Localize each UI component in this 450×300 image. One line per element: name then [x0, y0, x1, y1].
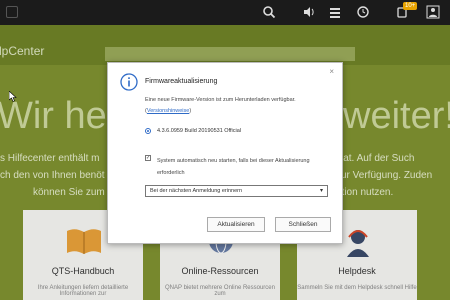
close-icon[interactable]: × [329, 67, 334, 76]
notification-badge: 10+ [403, 2, 418, 10]
dialog-title: Firmwareaktualisierung [145, 78, 218, 85]
message-text-end: ) [189, 108, 192, 114]
menu-toggle-icon[interactable] [6, 6, 18, 18]
release-notes-link[interactable]: Versionshinweise [147, 108, 190, 114]
close-button[interactable]: Schließen [275, 217, 331, 232]
mouse-cursor-icon [9, 91, 17, 102]
chevron-down-icon: ▾ [319, 188, 323, 194]
update-button[interactable]: Aktualisieren [207, 217, 265, 232]
schedule-select-value: Bei der nächsten Anmeldung erinnern [150, 188, 243, 194]
firmware-update-dialog: × Firmwareaktualisierung Eine neue Firmw… [107, 62, 343, 244]
version-radio[interactable] [145, 128, 151, 134]
info-icon [120, 73, 138, 91]
schedule-select[interactable]: Bei der nächsten Anmeldung erinnern ▾ [145, 185, 328, 197]
tasks-icon[interactable] [328, 5, 342, 19]
dialog-message: Eine neue Firmware-Version ist zum Herun… [145, 95, 335, 117]
version-label: 4.3.6.0959 Build 20190531 Official [157, 128, 241, 134]
restart-checkbox-label: System automatisch neu starten, falls be… [157, 158, 310, 176]
volume-icon[interactable] [302, 5, 316, 19]
search-icon[interactable] [262, 5, 276, 19]
sync-icon[interactable] [356, 5, 370, 19]
top-toolbar: 10+ [0, 0, 450, 25]
user-icon[interactable] [426, 5, 440, 19]
restart-checkbox[interactable]: ✓ [145, 155, 151, 161]
